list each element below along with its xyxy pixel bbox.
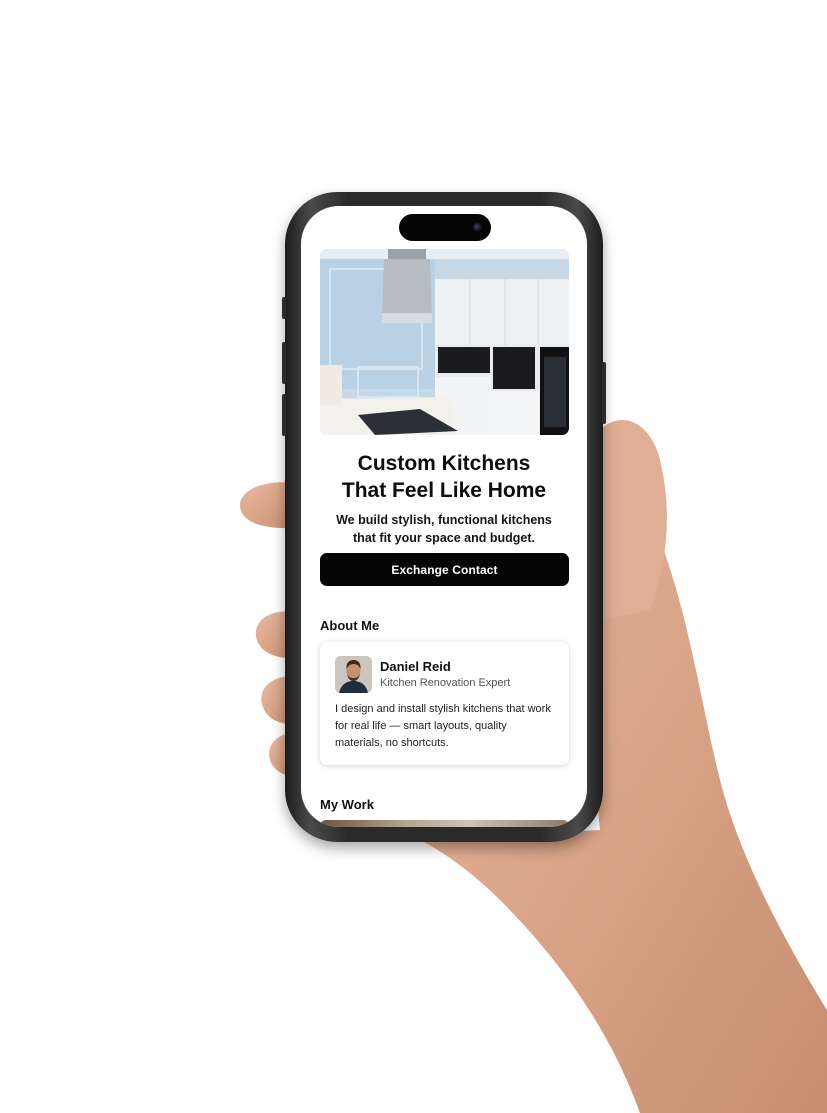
avatar — [335, 656, 372, 693]
phone-side-button — [602, 362, 606, 424]
person-name: Daniel Reid — [380, 659, 451, 674]
phone-side-button — [282, 297, 286, 319]
about-heading: About Me — [320, 618, 380, 633]
work-heading: My Work — [320, 797, 374, 812]
exchange-contact-button[interactable]: Exchange Contact — [320, 553, 569, 586]
page-subtitle: We build stylish, functional kitchens th… — [336, 513, 552, 545]
camera-icon — [473, 223, 482, 232]
phone-screen: Custom Kitchens That Feel Like Home We b… — [301, 206, 587, 827]
person-role: Kitchen Renovation Expert — [380, 677, 511, 689]
phone-side-button — [282, 342, 286, 384]
person-bio: I design and install stylish kitchens th… — [335, 703, 551, 749]
person-photo — [335, 656, 372, 693]
work-gallery-preview[interactable] — [320, 820, 569, 827]
kitchen-photo — [320, 249, 569, 435]
dynamic-island — [399, 214, 491, 241]
phone-side-button — [282, 394, 286, 436]
phone-frame: Custom Kitchens That Feel Like Home We b… — [282, 192, 606, 842]
page-title: Custom Kitchens That Feel Like Home — [341, 452, 547, 502]
about-card: Daniel Reid Kitchen Renovation Expert I … — [320, 642, 569, 765]
hero-image — [320, 249, 569, 435]
